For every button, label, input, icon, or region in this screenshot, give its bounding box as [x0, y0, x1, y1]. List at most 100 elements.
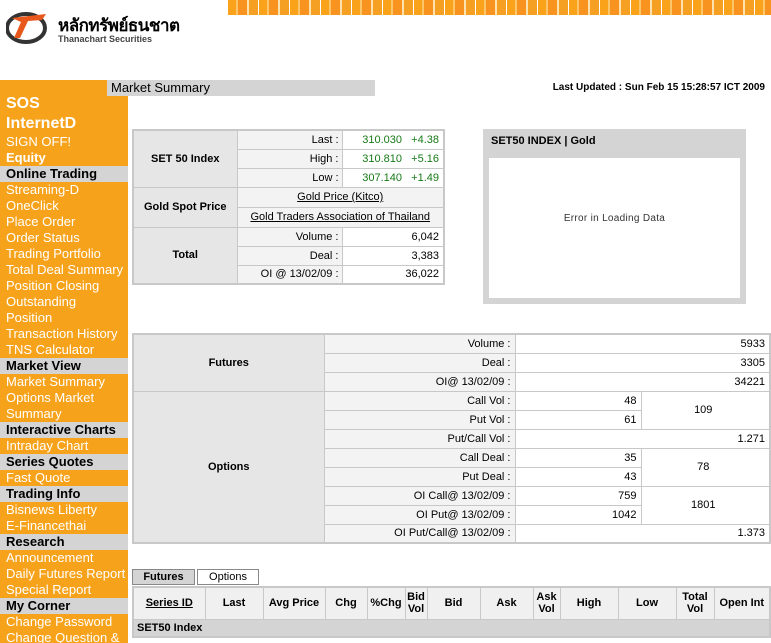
chart-title: SET50 INDEX | Gold: [491, 135, 596, 147]
table-row: Options Call Vol : 48 109: [132, 390, 771, 544]
call-deal-label: Call Deal :: [323, 447, 516, 468]
put-vol-label: Put Vol :: [323, 409, 516, 430]
col-series-id[interactable]: Series ID: [132, 586, 206, 620]
options-label: Options: [132, 390, 325, 544]
col-high: High: [559, 586, 619, 620]
futures-oi-label: OI@ 13/02/09 :: [323, 371, 516, 392]
section-set50-index: SET50 Index: [132, 618, 771, 638]
sidebar-item-e-financethai[interactable]: E-Financethai: [0, 518, 128, 534]
call-deal-value: 35: [514, 447, 642, 468]
page-title: Market Summary: [107, 80, 375, 96]
logo-english-text: Thanachart Securities: [58, 34, 153, 44]
last-updated-value: Sun Feb 15 15:28:57 ICT 2009: [624, 82, 765, 93]
sidebar-item-oneclick[interactable]: OneClick: [0, 198, 128, 214]
set50-index-label: SET 50 Index: [132, 129, 238, 188]
sidebar-item-daily-futures-report[interactable]: Daily Futures Report: [0, 566, 128, 582]
set50-high-value: 310.810: [362, 152, 402, 165]
sidebar-item-intraday-chart[interactable]: Intraday Chart: [0, 438, 128, 454]
set50-gold-chart-panel: SET50 INDEX | Gold Error in Loading Data: [483, 129, 746, 304]
set50-last-value: 310.030: [362, 133, 402, 146]
oi-label: OI @ 13/02/09 :: [236, 264, 343, 285]
futures-volume-value: 5933: [514, 333, 771, 354]
col-low: Low: [617, 586, 677, 620]
last-label: Last :: [236, 129, 343, 150]
thanachart-logo[interactable]: หลักทรัพย์ธนชาต Thanachart Securities: [6, 8, 206, 48]
set50-low-cell: 307.140 +1.49: [341, 167, 445, 188]
deal-label: Deal :: [236, 245, 343, 266]
put-call-vol-value: 1.271: [514, 428, 771, 449]
sidebar-section-series-quotes: Series Quotes: [0, 454, 128, 470]
sidebar-item-options-summary[interactable]: Summary: [0, 406, 128, 422]
col-bid-vol: Bid Vol: [404, 586, 428, 620]
set50-low-change: +1.49: [411, 171, 439, 184]
quote-table: Series ID Last Avg Price Chg %Chg Bid Vo…: [132, 586, 771, 638]
sidebar-equity: Equity: [6, 150, 46, 165]
col-ask: Ask: [479, 586, 534, 620]
sidebar-item-order-status[interactable]: Order Status: [0, 230, 128, 246]
sidebar-item-options-market[interactable]: Options Market: [0, 390, 128, 406]
futures-volume-label: Volume :: [323, 333, 516, 354]
col-avg-price: Avg Price: [262, 586, 326, 620]
put-deal-label: Put Deal :: [323, 466, 516, 487]
futures-deal-value: 3305: [514, 352, 771, 373]
table-row: Gold Spot Price Gold Price (Kitco): [132, 186, 445, 228]
gold-price-kitco-link[interactable]: Gold Price (Kitco): [236, 186, 445, 208]
last-updated: Last Updated : Sun Feb 15 15:28:57 ICT 2…: [553, 82, 765, 93]
sidebar-item-outstanding[interactable]: Outstanding: [0, 294, 128, 310]
sidebar-item-market-summary[interactable]: Market Summary: [0, 374, 128, 390]
sidebar-item-tns-calculator[interactable]: TNS Calculator: [0, 342, 128, 358]
tab-options[interactable]: Options: [197, 569, 259, 585]
sidebar-item-position-closing[interactable]: Position Closing: [0, 278, 128, 294]
options-oi-total: 1801: [640, 485, 771, 525]
gold-traders-association-link[interactable]: Gold Traders Association of Thailand: [236, 206, 445, 228]
col-total-vol: Total Vol: [675, 586, 715, 620]
low-label: Low :: [236, 167, 343, 188]
total-label: Total: [132, 226, 238, 285]
options-vol-total: 109: [640, 390, 771, 430]
volume-label: Volume :: [236, 226, 343, 247]
sidebar-item-change-password[interactable]: Change Password: [0, 614, 128, 630]
index-summary-table: SET 50 Index Last : 310.030 +4.38 High :…: [132, 129, 445, 285]
sidebar-item-place-order[interactable]: Place Order: [0, 214, 128, 230]
sidebar-item-bisnews-liberty[interactable]: Bisnews Liberty: [0, 502, 128, 518]
table-row: SET50 Index: [132, 618, 771, 638]
last-updated-label: Last Updated :: [552, 82, 623, 93]
oi-call-label: OI Call@ 13/02/09 :: [323, 485, 516, 506]
sidebar-item-change-question[interactable]: Change Question &: [0, 630, 128, 643]
sidebar-item-trading-portfolio[interactable]: Trading Portfolio: [0, 246, 128, 262]
oi-put-label: OI Put@ 13/02/09 :: [323, 504, 516, 525]
call-vol-value: 48: [514, 390, 642, 411]
col-chg: Chg: [324, 586, 368, 620]
sidebar-item-position[interactable]: Position: [0, 310, 128, 326]
oi-call-value: 759: [514, 485, 642, 506]
sidebar-item-announcement[interactable]: Announcement: [0, 550, 128, 566]
header-stripe-banner: [228, 0, 771, 15]
gold-spot-price-label: Gold Spot Price: [132, 186, 238, 228]
put-deal-value: 43: [514, 466, 642, 487]
futures-oi-value: 34221: [514, 371, 771, 392]
sidebar-section-market-view: Market View: [0, 358, 128, 374]
sidebar-item-special-report[interactable]: Special Report: [0, 582, 128, 598]
table-row: Futures Volume : 5933: [132, 333, 771, 392]
high-label: High :: [236, 148, 343, 169]
set50-last-change: +4.38: [411, 133, 439, 146]
sign-off-link[interactable]: SIGN OFF!: [0, 134, 128, 150]
call-vol-label: Call Vol :: [323, 390, 516, 411]
sidebar-section-research: Research: [0, 534, 128, 550]
sidebar-item-streaming-d[interactable]: Streaming-D: [0, 182, 128, 198]
oi-put-value: 1042: [514, 504, 642, 525]
set50-high-change: +5.16: [411, 152, 439, 165]
col-open-int: Open Int: [713, 586, 771, 620]
sidebar-item-total-deal-summary[interactable]: Total Deal Summary: [0, 262, 128, 278]
sidebar-brand-sos: SOS: [6, 95, 40, 112]
table-header-row: Series ID Last Avg Price Chg %Chg Bid Vo…: [132, 586, 771, 620]
options-deal-total: 78: [640, 447, 771, 487]
tab-futures[interactable]: Futures: [132, 569, 195, 585]
sidebar-item-transaction-history[interactable]: Transaction History: [0, 326, 128, 342]
sidebar: SOS InternetD SIGN OFF! Equity Online Tr…: [0, 80, 128, 643]
futures-deal-label: Deal :: [323, 352, 516, 373]
sidebar-item-fast-quote[interactable]: Fast Quote: [0, 470, 128, 486]
col-ask-vol: Ask Vol: [532, 586, 561, 620]
oi-put-call-label: OI Put/Call@ 13/02/09 :: [323, 523, 516, 544]
set50-last-cell: 310.030 +4.38: [341, 129, 445, 150]
